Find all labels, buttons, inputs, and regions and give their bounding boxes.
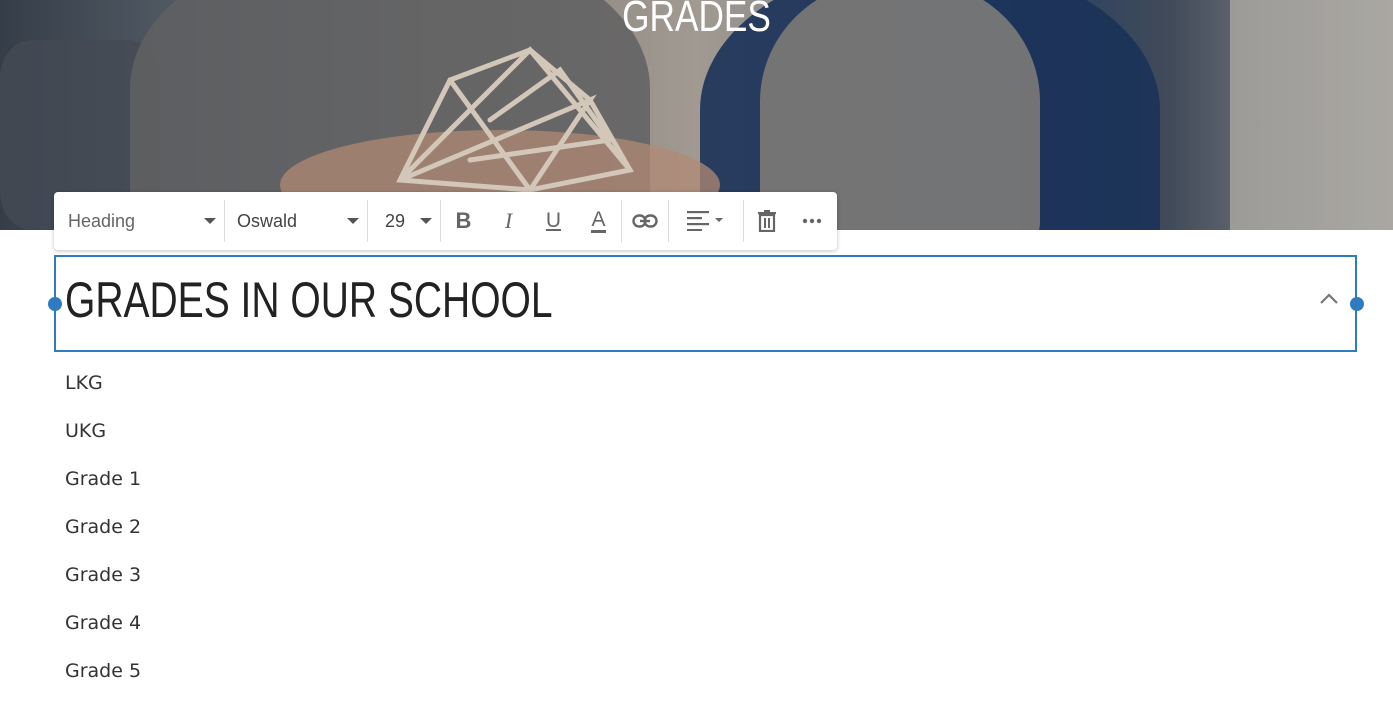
- chevron-up-icon[interactable]: [1319, 293, 1339, 305]
- text-color-icon: A: [591, 207, 606, 233]
- chevron-down-icon: [420, 218, 432, 224]
- delete-button[interactable]: [744, 192, 789, 250]
- link-icon: [632, 214, 658, 228]
- link-button[interactable]: [622, 192, 668, 250]
- grade-list: LKG UKG Grade 1 Grade 2 Grade 3 Grade 4 …: [65, 370, 141, 706]
- underline-button[interactable]: U: [531, 192, 576, 250]
- bold-icon: B: [455, 208, 472, 233]
- list-item: LKG: [65, 372, 103, 394]
- align-select[interactable]: [669, 192, 743, 250]
- section-heading[interactable]: GRADES IN OUR SCHOOL: [65, 271, 553, 329]
- more-icon: [802, 218, 821, 224]
- align-left-icon: [687, 211, 723, 231]
- delete-icon: [757, 210, 776, 232]
- italic-button[interactable]: I: [486, 192, 531, 250]
- text-style-select[interactable]: Heading: [54, 192, 224, 250]
- text-style-value: Heading: [68, 210, 136, 231]
- list-item: UKG: [65, 420, 107, 442]
- font-family-select[interactable]: Oswald: [225, 192, 367, 250]
- chevron-down-icon: [204, 218, 216, 224]
- chevron-down-icon: [347, 218, 359, 224]
- selected-heading-block[interactable]: GRADES IN OUR SCHOOL: [48, 255, 1364, 352]
- resize-handle-left[interactable]: [48, 297, 62, 311]
- underline-icon: U: [545, 209, 562, 232]
- italic-icon: I: [504, 208, 513, 233]
- resize-handle-right[interactable]: [1350, 297, 1364, 311]
- more-options-button[interactable]: [789, 192, 834, 250]
- list-item: Grade 5: [65, 660, 142, 682]
- list-item: Grade 4: [65, 612, 142, 634]
- list-item: Grade 1: [65, 468, 142, 490]
- hero-title: GRADES: [622, 0, 771, 41]
- font-family-value: Oswald: [237, 210, 298, 231]
- list-item: Grade 2: [65, 516, 142, 538]
- font-size-value: 29: [385, 210, 406, 231]
- bold-button[interactable]: B: [441, 192, 486, 250]
- font-size-select[interactable]: 29: [368, 192, 440, 250]
- text-color-button[interactable]: A: [576, 192, 621, 250]
- text-formatting-toolbar: Heading Oswald 29 B I U A: [54, 192, 837, 250]
- list-item: Grade 3: [65, 564, 142, 586]
